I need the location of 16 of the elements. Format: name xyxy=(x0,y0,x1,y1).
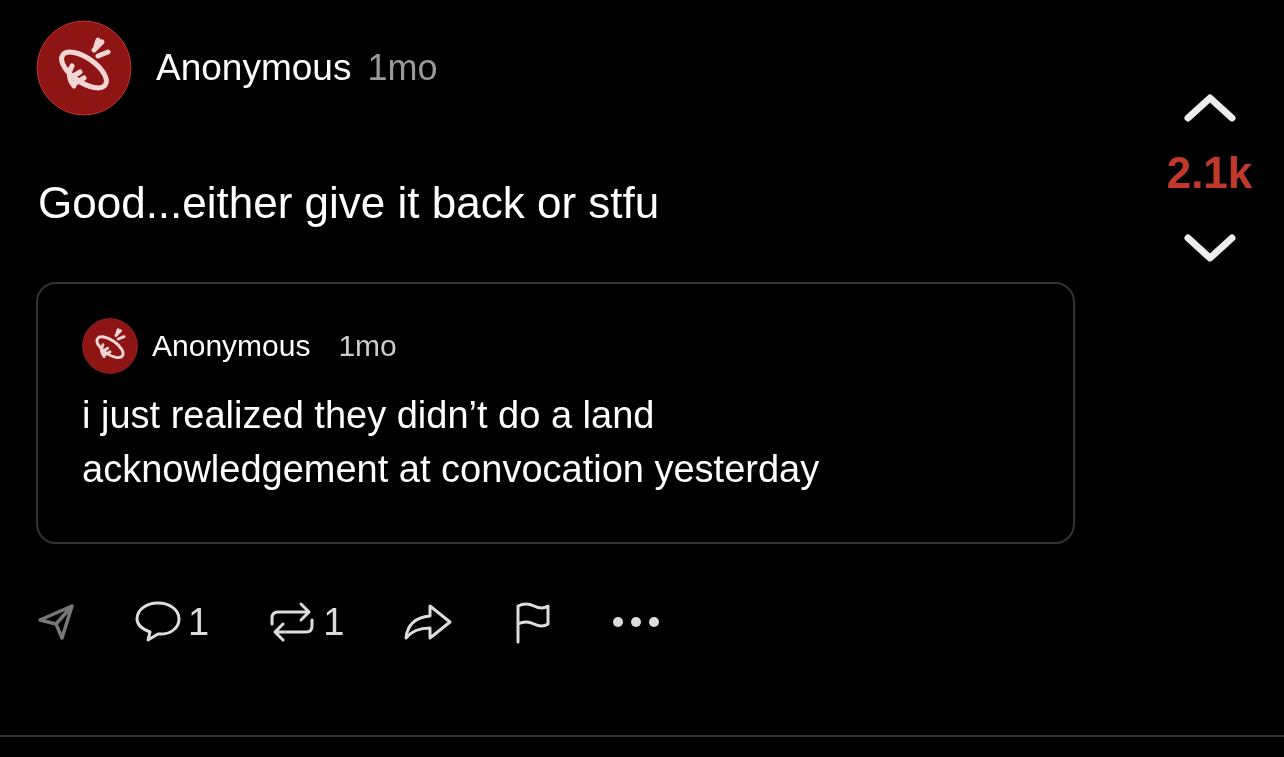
downvote-icon[interactable] xyxy=(1181,232,1238,264)
action-count: 1 xyxy=(323,600,345,644)
post-text: Good...either give it back or stfu xyxy=(38,178,661,228)
vote-count: 2.1k xyxy=(1166,148,1253,198)
bee-avatar-icon xyxy=(36,20,132,116)
author-name[interactable]: Anonymous xyxy=(156,47,352,89)
action-count: 1 xyxy=(188,600,210,644)
post-time: 1mo xyxy=(338,329,397,363)
post-time: 1mo xyxy=(367,47,438,89)
quoted-post-card[interactable]: Anonymous 1mo i just realized they didn’t do a land acknowledgement at convocation yesterday xyxy=(36,282,1075,544)
bee-avatar-icon xyxy=(82,318,138,374)
send-icon[interactable] xyxy=(36,602,76,642)
speech-bubble-icon[interactable] xyxy=(134,600,182,644)
author-name[interactable]: Anonymous xyxy=(152,329,311,363)
quoted-post-text: i just realized they didn’t do a land acknowledgement at convocation yesterday xyxy=(82,393,821,492)
upvote-icon[interactable] xyxy=(1181,92,1238,124)
